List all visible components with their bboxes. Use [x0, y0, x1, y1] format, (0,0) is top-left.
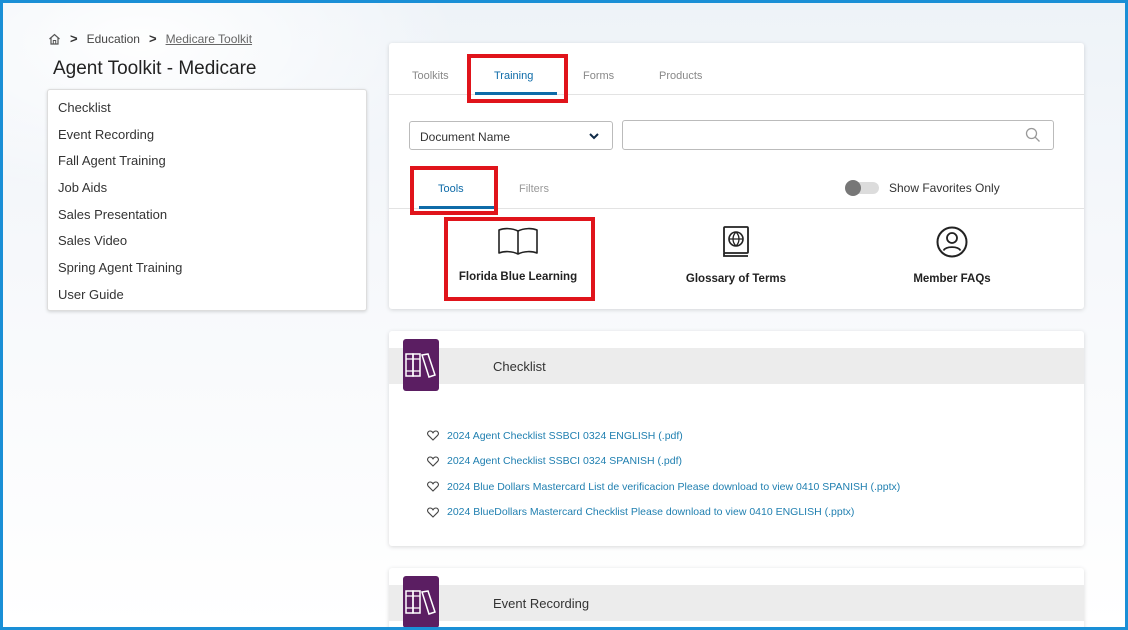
heart-icon[interactable] [427, 507, 439, 518]
heart-icon[interactable] [427, 456, 439, 467]
favorites-toggle[interactable]: Show Favorites Only [845, 180, 1000, 196]
tools-card: Toolkits Training Forms Products Documen… [389, 43, 1084, 309]
document-list: 2024 Agent Checklist SSBCI 0324 ENGLISH … [427, 423, 900, 525]
tool-glossary-of-terms[interactable]: Glossary of Terms [646, 225, 826, 285]
main-tabs: Toolkits Training Forms Products [389, 43, 1084, 95]
toggle-knob [845, 180, 861, 196]
search-input[interactable] [629, 122, 1019, 148]
subtab-filters[interactable]: Filters [519, 183, 549, 195]
toggle-switch[interactable] [845, 180, 879, 196]
breadcrumb-separator: > [148, 31, 157, 46]
sidebar-item-job-aids[interactable]: Job Aids [48, 178, 366, 205]
tool-florida-blue-learning[interactable]: Florida Blue Learning [428, 225, 608, 283]
chevron-down-icon [588, 130, 600, 144]
sidebar-item-sales-presentation[interactable]: Sales Presentation [48, 205, 366, 232]
subtab-tools[interactable]: Tools [438, 183, 464, 195]
dropdown-value: Document Name [420, 130, 511, 144]
breadcrumb-medicare-toolkit[interactable]: Medicare Toolkit [166, 32, 252, 46]
tab-active-underline [475, 92, 557, 95]
tool-label: Glossary of Terms [685, 273, 787, 285]
search-box [622, 120, 1054, 150]
heart-icon[interactable] [427, 430, 439, 442]
favorites-toggle-label: Show Favorites Only [889, 181, 1000, 195]
section-title: Event Recording [493, 596, 590, 611]
list-item[interactable]: 2024 Blue Dollars Mastercard List de ver… [427, 474, 900, 500]
document-link[interactable]: 2024 Agent Checklist SSBCI 0324 SPANISH … [447, 455, 682, 467]
page-title: Agent Toolkit - Medicare [53, 58, 257, 79]
tab-products[interactable]: Products [659, 70, 702, 82]
document-link[interactable]: 2024 Blue Dollars Mastercard List de ver… [447, 481, 900, 493]
sidebar-item-checklist[interactable]: Checklist [48, 98, 366, 125]
list-item[interactable]: 2024 Agent Checklist SSBCI 0324 ENGLISH … [427, 423, 900, 449]
sidebar: Checklist Event Recording Fall Agent Tra… [47, 89, 367, 311]
sidebar-item-fall-agent-training[interactable]: Fall Agent Training [48, 151, 366, 178]
books-icon [403, 576, 439, 627]
list-item[interactable]: 2024 BlueDollars Mastercard Checklist Pl… [427, 500, 900, 526]
breadcrumb-separator: > [70, 31, 78, 46]
home-icon[interactable] [48, 33, 61, 45]
tab-forms[interactable]: Forms [583, 70, 614, 82]
document-link[interactable]: 2024 Agent Checklist SSBCI 0324 ENGLISH … [447, 430, 683, 442]
user-circle-icon [862, 225, 1042, 259]
sidebar-item-spring-agent-training[interactable]: Spring Agent Training [48, 258, 366, 285]
tool-label: Florida Blue Learning [458, 271, 578, 283]
sidebar-item-user-guide[interactable]: User Guide [48, 285, 366, 312]
document-name-dropdown[interactable]: Document Name [409, 121, 613, 150]
sidebar-item-event-recording[interactable]: Event Recording [48, 125, 366, 152]
section-event-recording: Event Recording [389, 568, 1084, 627]
browser-frame: > Education > Medicare Toolkit Agent Too… [0, 0, 1128, 630]
tool-member-faqs[interactable]: Member FAQs [862, 225, 1042, 285]
sidebar-item-sales-video[interactable]: Sales Video [48, 231, 366, 258]
list-item[interactable]: 2024 Agent Checklist SSBCI 0324 SPANISH … [427, 449, 900, 475]
breadcrumb: > Education > Medicare Toolkit [48, 31, 252, 46]
breadcrumb-education[interactable]: Education [87, 32, 140, 46]
document-link[interactable]: 2024 BlueDollars Mastercard Checklist Pl… [447, 506, 854, 518]
tab-toolkits[interactable]: Toolkits [412, 70, 449, 82]
search-icon[interactable] [1025, 127, 1041, 148]
heart-icon[interactable] [427, 481, 439, 493]
tab-training[interactable]: Training [494, 70, 533, 82]
section-title: Checklist [493, 359, 546, 374]
books-icon [403, 339, 439, 391]
section-checklist: Checklist 2024 Agent Checklist SSBCI 032… [389, 331, 1084, 546]
globe-book-icon [646, 225, 826, 259]
open-book-icon [428, 225, 608, 257]
subtab-active-underline [419, 206, 494, 209]
tool-label: Member FAQs [913, 273, 991, 285]
